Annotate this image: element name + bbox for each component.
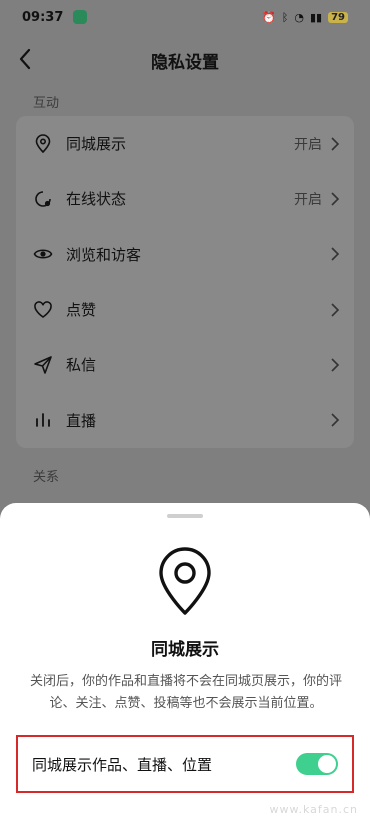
row-value: 开启 bbox=[294, 191, 322, 208]
watermark: www.kafan.cn bbox=[269, 803, 358, 816]
chevron-right-icon bbox=[331, 302, 340, 317]
live-bars-icon bbox=[36, 413, 50, 428]
settings-row-messages[interactable]: 私信 bbox=[16, 337, 354, 392]
online-status-icon bbox=[35, 191, 51, 207]
status-time: 09:37 bbox=[22, 9, 64, 25]
chevron-right-icon bbox=[331, 247, 340, 261]
alarm-icon: ⏰ bbox=[262, 10, 276, 24]
sheet-title: 同城展示 bbox=[151, 640, 219, 660]
bluetooth-icon: ᛒ bbox=[281, 10, 289, 24]
interaction-settings-card: 同城展示 开启 在线状态 开启 浏览和访客 点赞 私信 直播 bbox=[16, 116, 354, 448]
location-pin-icon bbox=[35, 133, 51, 153]
switch-knob bbox=[318, 755, 336, 773]
status-bar: 09:37 ⏰ ᛒ ◔ ▮▮ 79 bbox=[0, 0, 370, 34]
settings-row-visitors[interactable]: 浏览和访客 bbox=[16, 227, 354, 282]
row-label: 直播 bbox=[66, 411, 97, 430]
chevron-right-icon bbox=[331, 192, 340, 206]
section-label-interaction: 互动 bbox=[33, 96, 60, 111]
nearby-bottom-sheet: 同城展示 关闭后，你的作品和直播将不会在同城页展示，你的评论、关注、点赞、投稿等… bbox=[0, 503, 370, 822]
nearby-toggle-row[interactable]: 同城展示作品、直播、位置 bbox=[16, 735, 354, 793]
row-label: 浏览和访客 bbox=[66, 245, 142, 264]
row-label: 同城展示 bbox=[66, 135, 127, 154]
chevron-right-icon bbox=[331, 358, 340, 372]
nav-bar: 隐私设置 bbox=[0, 34, 370, 86]
row-label: 点赞 bbox=[66, 301, 97, 320]
settings-row-live[interactable]: 直播 bbox=[16, 392, 354, 447]
location-pin-icon bbox=[159, 547, 211, 615]
chevron-right-icon bbox=[331, 137, 340, 151]
toggle-label: 同城展示作品、直播、位置 bbox=[32, 755, 213, 774]
back-arrow-icon[interactable] bbox=[14, 46, 38, 72]
sheet-description: 关闭后，你的作品和直播将不会在同城页展示，你的评论、关注、点赞、投稿等也不会展示… bbox=[29, 674, 342, 711]
row-label: 私信 bbox=[66, 356, 97, 375]
eye-icon bbox=[33, 249, 53, 259]
wifi-icon: ◔ bbox=[294, 10, 304, 24]
signal-icon: ▮▮ bbox=[309, 10, 323, 24]
status-icons: ⏰ ᛒ ◔ ▮▮ 79 bbox=[262, 11, 348, 24]
battery-indicator: 79 bbox=[328, 11, 348, 23]
heart-icon bbox=[34, 300, 52, 318]
sheet-drag-handle[interactable] bbox=[167, 514, 203, 518]
settings-row-likes[interactable]: 点赞 bbox=[16, 282, 354, 337]
app-notification-icon bbox=[73, 10, 88, 24]
settings-row-nearby[interactable]: 同城展示 开启 bbox=[16, 116, 354, 171]
page-title: 隐私设置 bbox=[151, 52, 219, 73]
row-label: 在线状态 bbox=[66, 190, 127, 209]
chevron-right-icon bbox=[331, 413, 340, 427]
nearby-toggle-switch[interactable] bbox=[296, 753, 338, 775]
send-icon bbox=[34, 356, 52, 374]
settings-row-online-status[interactable]: 在线状态 开启 bbox=[16, 171, 354, 226]
row-value: 开启 bbox=[294, 136, 322, 153]
section-label-relations: 关系 bbox=[33, 469, 60, 485]
